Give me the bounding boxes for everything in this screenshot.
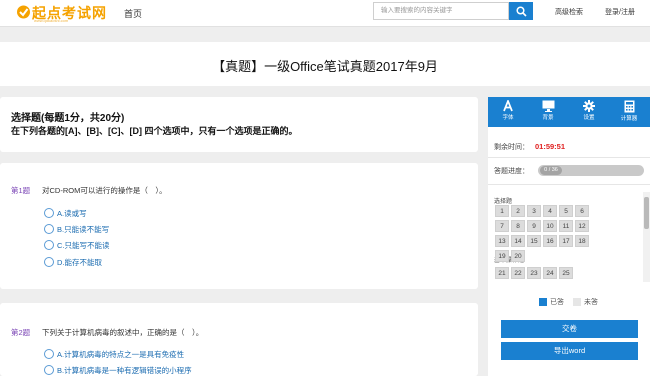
top-bar: 起点考试网 www.qdkaoshi.com 首页 输入要搜索的内容关键字 高级… xyxy=(0,0,650,27)
question-nav-box[interactable]: 13 xyxy=(495,235,509,247)
legend-answered: 已答 xyxy=(539,297,564,307)
question-nav-box[interactable]: 2 xyxy=(511,205,525,217)
question-nav-box[interactable]: 21 xyxy=(495,267,509,279)
option-c[interactable]: C.只能写不能读 xyxy=(44,239,110,251)
login-register-link[interactable]: 登录/注册 xyxy=(605,7,635,17)
search-icon xyxy=(515,5,527,17)
question-nav-box[interactable]: 20 xyxy=(511,250,525,262)
logo-mark-icon xyxy=(17,5,30,19)
nav-home-link[interactable]: 首页 xyxy=(124,7,142,20)
logo-subtext: www.qdkaoshi.com xyxy=(34,18,69,23)
option-label: D.能存不能取 xyxy=(57,257,102,267)
question-text: 下列关于计算机病毒的叙述中，正确的是（ ）。 xyxy=(42,328,204,337)
legend-unanswered-label: 未答 xyxy=(584,299,598,306)
question-nav-box[interactable]: 7 xyxy=(495,220,509,232)
question-nav-box[interactable]: 8 xyxy=(511,220,525,232)
search-button[interactable] xyxy=(509,2,533,20)
option-b[interactable]: B.只能读不能写 xyxy=(44,223,109,235)
radio-icon[interactable] xyxy=(44,365,54,375)
question-nav-box[interactable]: 11 xyxy=(559,220,573,232)
question-navigator: 选择题 基本操作题 1 2 3 4 5 6 7 8 9 10 11 12 13 14 15 16 17 18 19 2… xyxy=(488,192,650,282)
timer-value: 01:59:51 xyxy=(535,142,566,151)
exam-toolbar: 字体 背景 设置 计算器 xyxy=(488,97,650,127)
option-label: B.计算机病毒是一种有逻辑错误的小程序 xyxy=(57,365,192,375)
section-instruction: 在下列各题的[A]、[B]、[C]、[D] 四个选项中，只有一个选项是正确的。 xyxy=(11,126,298,136)
option-label: A.计算机病毒的特点之一是具有免疫性 xyxy=(57,349,185,359)
divider xyxy=(488,157,650,158)
question-nav-box[interactable]: 24 xyxy=(543,267,557,279)
question-nav-box[interactable]: 4 xyxy=(543,205,557,217)
divider xyxy=(488,184,650,185)
legend-unanswered: 未答 xyxy=(573,297,598,307)
legend-answered-label: 已答 xyxy=(550,299,564,306)
question-nav-box[interactable]: 1 xyxy=(495,205,509,217)
radio-icon[interactable] xyxy=(44,208,54,218)
site-logo[interactable]: 起点考试网 www.qdkaoshi.com xyxy=(16,3,116,23)
question-nav-box[interactable]: 25 xyxy=(559,267,573,279)
option-label: C.只能写不能读 xyxy=(57,240,110,250)
question-nav-box[interactable]: 12 xyxy=(575,220,589,232)
radio-icon[interactable] xyxy=(44,224,54,234)
question-nav-box[interactable]: 22 xyxy=(511,267,525,279)
radio-icon[interactable] xyxy=(44,257,54,267)
question-number: 第2题 xyxy=(11,328,31,337)
monitor-icon xyxy=(542,100,554,112)
answered-swatch xyxy=(539,298,547,306)
export-word-button[interactable]: 导出word xyxy=(501,342,638,360)
question-nav-box[interactable]: 17 xyxy=(559,235,573,247)
option-a[interactable]: A.计算机病毒的特点之一是具有免疫性 xyxy=(44,348,184,360)
question-nav-box[interactable]: 6 xyxy=(575,205,589,217)
option-a[interactable]: A.读或写 xyxy=(44,207,87,219)
section-label-choice: 选择题 xyxy=(494,199,513,205)
question-card-1: 第1题 对CD-ROM可以进行的操作是（ ）。 A.读或写 B.只能读不能写 C… xyxy=(0,163,478,289)
font-tool-button[interactable]: 字体 xyxy=(488,97,528,127)
progress-label: 答题进度： xyxy=(494,168,529,175)
tool-label: 背景 xyxy=(542,115,554,121)
exam-title-band: 【真题】一级Office笔试真题2017年9月 xyxy=(0,42,650,86)
progress-bar: 0 / 36 xyxy=(538,165,644,176)
question-text: 对CD-ROM可以进行的操作是（ ）。 xyxy=(42,186,167,195)
gear-icon xyxy=(583,100,595,112)
question-nav-box[interactable]: 10 xyxy=(543,220,557,232)
submit-button[interactable]: 交卷 xyxy=(501,320,638,338)
radio-icon[interactable] xyxy=(44,349,54,359)
advanced-search-link[interactable]: 高级检索 xyxy=(555,7,583,17)
tool-label: 计算器 xyxy=(620,116,638,122)
section-intro: 选择题(每题1分，共20分) 在下列各题的[A]、[B]、[C]、[D] 四个选… xyxy=(0,97,478,152)
font-icon xyxy=(503,100,513,112)
tool-label: 设置 xyxy=(583,115,595,121)
question-card-2: 第2题 下列关于计算机病毒的叙述中，正确的是（ ）。 A.计算机病毒的特点之一是… xyxy=(0,303,478,376)
option-b[interactable]: B.计算机病毒是一种有逻辑错误的小程序 xyxy=(44,364,192,376)
question-nav-box[interactable]: 18 xyxy=(575,235,589,247)
question-nav-box[interactable]: 23 xyxy=(527,267,541,279)
question-nav-box[interactable]: 9 xyxy=(527,220,541,232)
option-label: B.只能读不能写 xyxy=(57,224,110,234)
question-nav-box[interactable]: 15 xyxy=(527,235,541,247)
exam-title: 【真题】一级Office笔试真题2017年9月 xyxy=(212,59,438,74)
calculator-tool-button[interactable]: 计算器 xyxy=(609,97,649,127)
question-nav-box[interactable]: 5 xyxy=(559,205,573,217)
settings-tool-button[interactable]: 设置 xyxy=(569,97,609,127)
background-tool-button[interactable]: 背景 xyxy=(528,97,568,127)
question-nav-box[interactable]: 16 xyxy=(543,235,557,247)
question-number: 第1题 xyxy=(11,186,31,195)
progress-text: 0 / 36 xyxy=(540,166,562,175)
option-label: A.读或写 xyxy=(57,208,87,218)
question-nav-box[interactable]: 3 xyxy=(527,205,541,217)
section-heading: 选择题(每题1分，共20分) xyxy=(11,113,125,124)
calculator-icon xyxy=(624,100,634,113)
search-input[interactable]: 输入要搜索的内容关键字 xyxy=(373,2,509,20)
option-d[interactable]: D.能存不能取 xyxy=(44,256,102,268)
radio-icon[interactable] xyxy=(44,240,54,250)
unanswered-swatch xyxy=(573,298,581,306)
timer-label: 剩余时间： xyxy=(494,144,529,151)
answer-panel: 剩余时间： 01:59:51 答题进度： 0 / 36 选择题 基本操作题 123… xyxy=(488,127,650,376)
tool-label: 字体 xyxy=(502,115,514,121)
question-nav-box[interactable]: 19 xyxy=(495,250,509,262)
question-nav-box[interactable]: 14 xyxy=(511,235,525,247)
navigator-scroll-thumb[interactable] xyxy=(644,197,649,229)
timer: 剩余时间： 01:59:51 xyxy=(494,142,565,152)
